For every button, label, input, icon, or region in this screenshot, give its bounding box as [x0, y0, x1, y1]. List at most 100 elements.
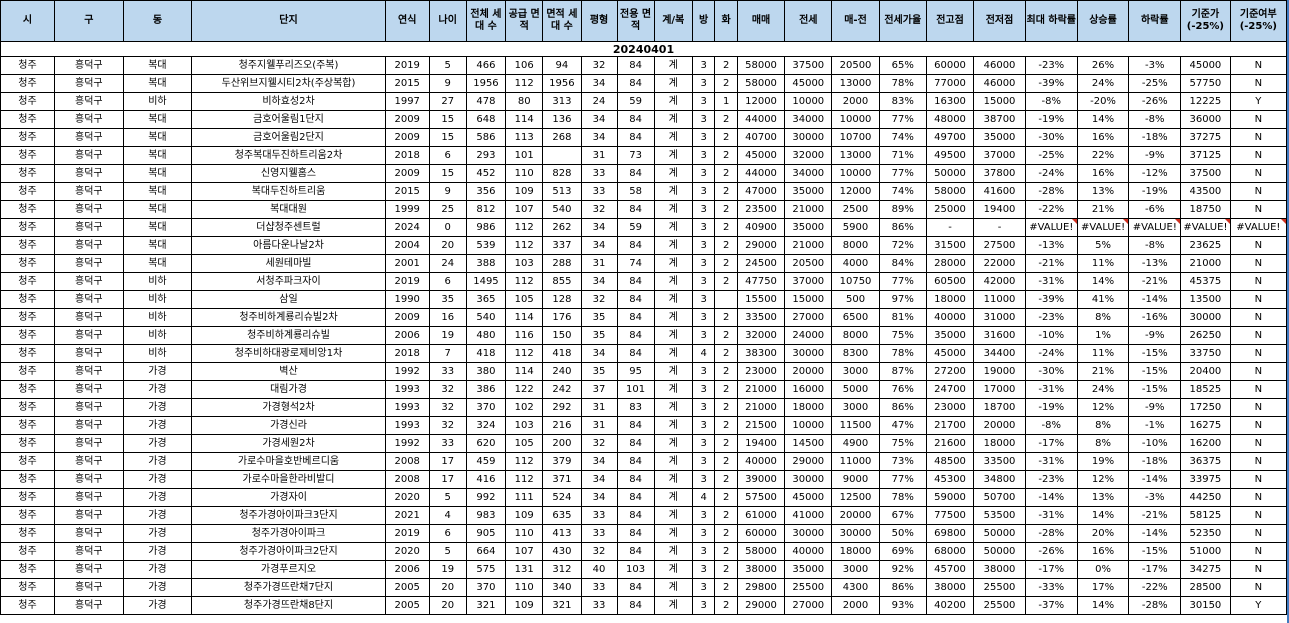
- column-header[interactable]: 시: [0, 0, 55, 42]
- column-header[interactable]: 구: [54, 0, 124, 42]
- table-cell[interactable]: 청주: [0, 344, 55, 363]
- table-cell[interactable]: 14%: [1076, 506, 1130, 525]
- table-cell[interactable]: 35: [428, 290, 467, 309]
- table-cell[interactable]: 84: [616, 290, 655, 309]
- table-cell[interactable]: 12225: [1180, 92, 1231, 111]
- table-cell[interactable]: 513: [542, 182, 582, 201]
- table-cell[interactable]: 14%: [1076, 272, 1130, 291]
- table-cell[interactable]: 28500: [1180, 578, 1231, 597]
- table-cell[interactable]: 3: [691, 470, 716, 489]
- table-cell[interactable]: 57500: [736, 488, 786, 507]
- table-cell[interactable]: 2: [714, 416, 738, 435]
- table-cell[interactable]: 청주: [0, 596, 55, 615]
- table-cell[interactable]: 2004: [384, 236, 430, 255]
- table-cell[interactable]: 16300: [925, 92, 975, 111]
- table-cell[interactable]: 113: [505, 128, 544, 147]
- table-cell[interactable]: 101: [616, 380, 655, 399]
- table-cell[interactable]: 흥덕구: [54, 92, 124, 111]
- table-cell[interactable]: 478: [465, 92, 507, 111]
- column-header[interactable]: 동: [122, 0, 193, 42]
- table-cell[interactable]: 84: [616, 470, 655, 489]
- table-cell[interactable]: 84: [616, 578, 655, 597]
- table-cell[interactable]: 24: [428, 254, 467, 273]
- table-cell[interactable]: 2018: [384, 344, 430, 363]
- table-cell[interactable]: 가경: [122, 506, 193, 525]
- table-cell[interactable]: 47000: [736, 182, 786, 201]
- table-cell[interactable]: 계: [653, 362, 693, 381]
- table-cell[interactable]: N: [1229, 434, 1287, 453]
- table-cell[interactable]: 84: [616, 236, 655, 255]
- table-cell[interactable]: 2006: [384, 560, 430, 579]
- table-cell[interactable]: 계: [653, 218, 693, 237]
- table-cell[interactable]: 복대: [122, 74, 193, 93]
- table-cell[interactable]: 3: [691, 380, 716, 399]
- table-cell[interactable]: 13500: [1180, 290, 1231, 309]
- table-cell[interactable]: 24700: [925, 380, 975, 399]
- table-cell[interactable]: 110: [505, 524, 544, 543]
- table-cell[interactable]: 35000: [784, 218, 833, 237]
- table-cell[interactable]: 비하: [122, 326, 193, 345]
- table-cell[interactable]: 74%: [878, 182, 927, 201]
- table-cell[interactable]: 가경: [122, 398, 193, 417]
- table-cell[interactable]: 112: [505, 74, 544, 93]
- table-cell[interactable]: 110: [505, 164, 544, 183]
- table-cell[interactable]: 2: [714, 110, 738, 129]
- table-cell[interactable]: 2009: [384, 308, 430, 327]
- table-cell[interactable]: N: [1229, 542, 1287, 561]
- table-cell[interactable]: 2: [714, 470, 738, 489]
- table-cell[interactable]: 흥덕구: [54, 326, 124, 345]
- table-cell[interactable]: 2: [714, 164, 738, 183]
- table-cell[interactable]: 흥덕구: [54, 236, 124, 255]
- table-cell[interactable]: #VALUE!: [1229, 218, 1287, 237]
- table-cell[interactable]: 계: [653, 164, 693, 183]
- table-cell[interactable]: 2: [714, 434, 738, 453]
- table-cell[interactable]: 2008: [384, 470, 430, 489]
- table-cell[interactable]: 흥덕구: [54, 380, 124, 399]
- table-cell[interactable]: 가경: [122, 470, 193, 489]
- table-cell[interactable]: 32: [580, 542, 618, 561]
- table-cell[interactable]: 78%: [878, 344, 927, 363]
- table-cell[interactable]: 흥덕구: [54, 398, 124, 417]
- table-cell[interactable]: 13000: [831, 146, 880, 165]
- table-cell[interactable]: Y: [1229, 92, 1287, 111]
- table-cell[interactable]: 452: [465, 164, 507, 183]
- table-cell[interactable]: 계: [653, 524, 693, 543]
- table-cell[interactable]: 34800: [973, 470, 1026, 489]
- table-cell[interactable]: 청주: [0, 290, 55, 309]
- table-cell[interactable]: 77%: [878, 470, 927, 489]
- table-cell[interactable]: -18%: [1128, 128, 1182, 147]
- column-header[interactable]: 평형: [580, 0, 618, 42]
- table-cell[interactable]: 20500: [784, 254, 833, 273]
- table-cell[interactable]: 46000: [973, 74, 1026, 93]
- table-cell[interactable]: 34: [580, 128, 618, 147]
- table-cell[interactable]: 가경형석2차: [191, 398, 386, 417]
- table-cell[interactable]: 흥덕구: [54, 182, 124, 201]
- table-cell[interactable]: -8%: [1024, 92, 1078, 111]
- table-cell[interactable]: 370: [465, 578, 507, 597]
- table-cell[interactable]: 60000: [736, 524, 786, 543]
- table-cell[interactable]: -15%: [1128, 362, 1182, 381]
- table-cell[interactable]: 청주: [0, 128, 55, 147]
- table-cell[interactable]: 3: [691, 434, 716, 453]
- table-cell[interactable]: 계: [653, 578, 693, 597]
- table-cell[interactable]: 청주복대두진하트리움2차: [191, 146, 386, 165]
- table-cell[interactable]: 40900: [736, 218, 786, 237]
- table-cell[interactable]: 29000: [736, 236, 786, 255]
- table-cell[interactable]: 2: [714, 542, 738, 561]
- table-cell[interactable]: 1: [714, 92, 738, 111]
- table-cell[interactable]: 48500: [925, 452, 975, 471]
- table-cell[interactable]: N: [1229, 290, 1287, 309]
- table-cell[interactable]: -18%: [1128, 452, 1182, 471]
- table-cell[interactable]: N: [1229, 524, 1287, 543]
- table-cell[interactable]: 2: [714, 272, 738, 291]
- table-cell[interactable]: -24%: [1024, 164, 1078, 183]
- table-cell[interactable]: 50000: [973, 542, 1026, 561]
- table-cell[interactable]: 21%: [1076, 200, 1130, 219]
- table-cell[interactable]: 청주가경아이파크3단지: [191, 506, 386, 525]
- table-cell[interactable]: 105: [505, 434, 544, 453]
- table-cell[interactable]: 13%: [1076, 182, 1130, 201]
- table-cell[interactable]: 청주: [0, 218, 55, 237]
- table-cell[interactable]: 33: [428, 362, 467, 381]
- table-cell[interactable]: -21%: [1128, 272, 1182, 291]
- table-cell[interactable]: 흥덕구: [54, 434, 124, 453]
